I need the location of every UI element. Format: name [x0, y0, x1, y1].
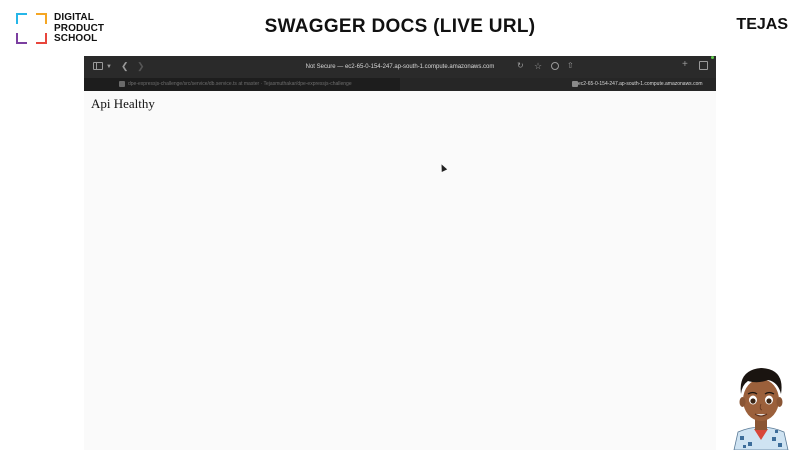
browser-toolbar: ▼ ❮ ❯ Not Secure — ec2-65-0-154-247.ap-s…: [84, 56, 716, 78]
github-favicon-icon: [119, 81, 125, 87]
new-tab-button[interactable]: +: [682, 60, 688, 70]
status-dot: [711, 56, 714, 59]
tab-label: ec2-65-0-154-247.ap-south-1.compute.amaz…: [578, 81, 703, 87]
bookmark-star-icon[interactable]: ☆: [534, 61, 542, 71]
back-button[interactable]: ❮: [121, 61, 129, 71]
presenter-name: TEJAS: [736, 16, 788, 33]
reload-icon[interactable]: ↻: [517, 61, 524, 71]
mouse-cursor-icon: [438, 163, 448, 172]
tab-overview-icon[interactable]: [699, 61, 708, 70]
share-icon[interactable]: ⇧: [567, 61, 574, 71]
forward-button[interactable]: ❯: [137, 61, 145, 71]
slide-title: SWAGGER DOCS (LIVE URL): [264, 16, 536, 37]
info-icon[interactable]: [551, 62, 559, 70]
presenter-avatar: [733, 368, 789, 450]
browser-window: ▼ ❮ ❯ Not Secure — ec2-65-0-154-247.ap-s…: [84, 56, 716, 450]
tab-github[interactable]: dpe-expressjs-challenge/src/service/db.s…: [114, 78, 400, 91]
tab-label: dpe-expressjs-challenge/src/service/db.s…: [128, 81, 352, 87]
chevron-down-icon[interactable]: ▼: [106, 62, 112, 72]
tab-bar: dpe-expressjs-challenge/src/service/db.s…: [84, 78, 716, 91]
address-bar[interactable]: Not Secure — ec2-65-0-154-247.ap-south-1…: [284, 62, 516, 72]
tab-active-api[interactable]: ec2-65-0-154-247.ap-south-1.compute.amaz…: [400, 78, 716, 91]
api-status-text: Api Healthy: [91, 96, 155, 111]
sidebar-toggle-icon[interactable]: [93, 62, 103, 70]
